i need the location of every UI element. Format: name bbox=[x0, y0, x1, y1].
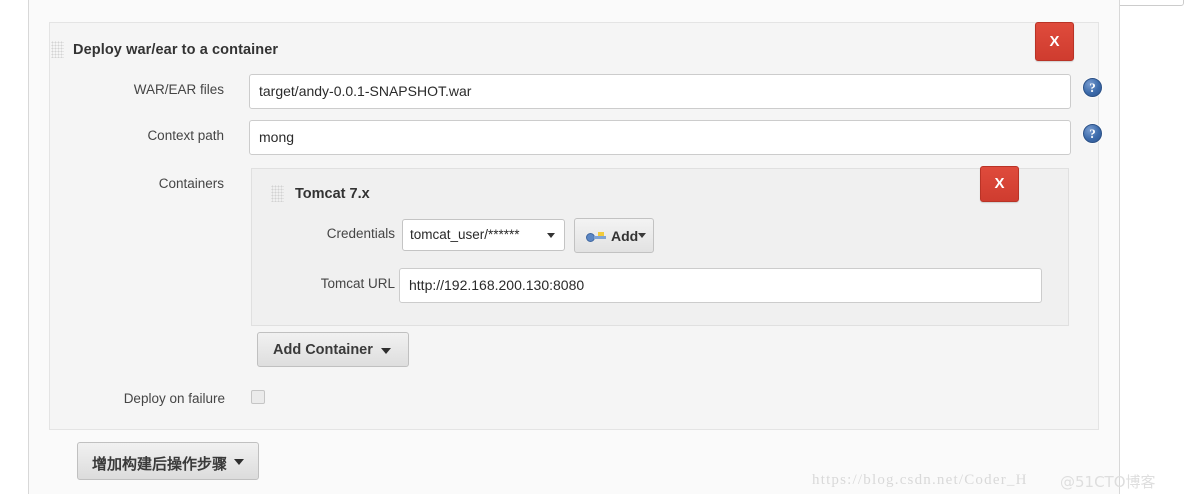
context-path-input[interactable]: mong bbox=[249, 120, 1071, 155]
help-icon[interactable] bbox=[1083, 78, 1102, 97]
containers-label: Containers bbox=[158, 176, 224, 191]
chevron-down-icon bbox=[234, 459, 244, 465]
key-icon bbox=[586, 232, 607, 243]
tomcat-url-label: Tomcat URL bbox=[320, 276, 395, 291]
watermark-brand: @51CTO博客 bbox=[1060, 473, 1156, 491]
deploy-on-failure-label: Deploy on failure bbox=[123, 391, 225, 406]
credentials-selected-value: tomcat_user/****** bbox=[410, 227, 520, 242]
add-container-button[interactable]: Add Container bbox=[257, 332, 409, 367]
warear-files-label: WAR/EAR files bbox=[133, 82, 224, 97]
help-icon[interactable] bbox=[1083, 124, 1102, 143]
chevron-down-icon bbox=[638, 233, 646, 238]
page-frame: Deploy war/ear to a container WAR/EAR fi… bbox=[28, 0, 1120, 494]
chevron-down-icon bbox=[381, 348, 391, 354]
deploy-on-failure-checkbox[interactable] bbox=[251, 390, 265, 404]
container-title: Tomcat 7.x bbox=[295, 186, 370, 202]
delete-postbuild-action-button[interactable]: X bbox=[1035, 22, 1074, 61]
add-container-label: Add Container bbox=[273, 342, 373, 358]
add-credentials-button[interactable]: Add bbox=[574, 218, 654, 253]
credentials-select[interactable]: tomcat_user/****** bbox=[402, 219, 565, 251]
context-path-label: Context path bbox=[147, 128, 224, 143]
delete-postbuild-label: X bbox=[1049, 33, 1060, 50]
drag-handle-icon[interactable] bbox=[51, 41, 64, 58]
credentials-label: Credentials bbox=[326, 226, 395, 241]
add-credentials-label: Add bbox=[611, 228, 639, 244]
tomcat-url-input[interactable]: http://192.168.200.130:8080 bbox=[399, 268, 1042, 303]
warear-files-input[interactable]: target/andy-0.0.1-SNAPSHOT.war bbox=[249, 74, 1071, 109]
delete-container-button[interactable]: X bbox=[980, 166, 1019, 202]
add-postbuild-step-label: 增加构建后操作步骤 bbox=[92, 455, 228, 473]
page-title: Deploy war/ear to a container bbox=[73, 42, 279, 58]
delete-container-label: X bbox=[994, 175, 1005, 192]
watermark-url: https://blog.csdn.net/Coder_H bbox=[812, 472, 1028, 488]
drag-handle-icon[interactable] bbox=[271, 185, 284, 202]
chevron-down-icon bbox=[547, 233, 555, 238]
add-postbuild-step-button[interactable]: 增加构建后操作步骤 bbox=[77, 442, 259, 480]
